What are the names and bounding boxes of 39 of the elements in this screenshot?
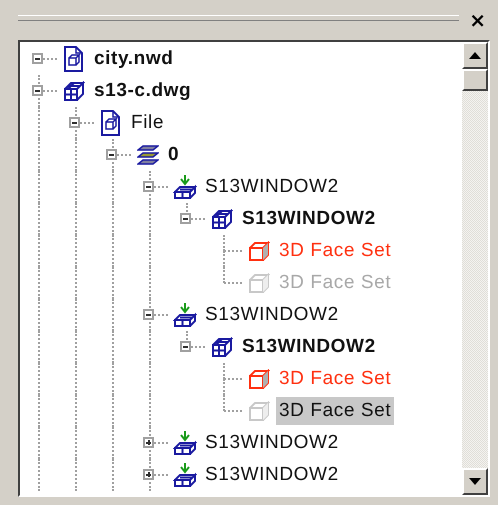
tree-item[interactable]: File (128, 109, 168, 137)
grid-cube-icon (211, 337, 233, 357)
expander-toggle[interactable] (180, 341, 191, 352)
tree-item[interactable]: 3D Face Set (276, 237, 394, 265)
expander-toggle[interactable] (143, 469, 154, 480)
tree-item[interactable]: S13WINDOW2 (202, 461, 342, 489)
grid-cube-icon (211, 209, 233, 229)
down-arrow-icon (469, 478, 481, 485)
tree-item[interactable]: S13WINDOW2 (239, 333, 379, 361)
expander-toggle[interactable] (32, 53, 43, 64)
tree-item[interactable]: city.nwd (91, 45, 176, 73)
tree-item[interactable]: 3D Face Set (276, 397, 394, 425)
tree-item[interactable]: S13WINDOW2 (202, 301, 342, 329)
block-arrow-icon (173, 430, 197, 456)
expander-toggle[interactable] (180, 213, 191, 224)
scroll-down-button[interactable] (462, 468, 488, 495)
expander-toggle[interactable] (143, 309, 154, 320)
tree-item[interactable]: S13WINDOW2 (202, 429, 342, 457)
close-button[interactable]: × (465, 10, 490, 30)
tree-item[interactable]: 0 (165, 141, 182, 169)
document-cube-icon (101, 110, 121, 136)
expander-toggle[interactable] (143, 181, 154, 192)
expander-toggle[interactable] (69, 117, 80, 128)
layers-icon (137, 144, 159, 166)
expander-toggle[interactable] (143, 437, 154, 448)
block-arrow-icon (173, 462, 197, 488)
expander-toggle[interactable] (106, 149, 117, 160)
tree-item[interactable]: s13-c.dwg (91, 77, 194, 105)
grid-cube-icon (63, 81, 85, 101)
tree-item[interactable]: S13WINDOW2 (239, 205, 379, 233)
scroll-thumb[interactable] (462, 69, 488, 91)
document-cube-icon (64, 46, 84, 72)
expander-toggle[interactable] (32, 85, 43, 96)
scroll-up-button[interactable] (462, 42, 488, 69)
block-arrow-icon (173, 302, 197, 328)
tree-item[interactable]: S13WINDOW2 (202, 173, 342, 201)
up-arrow-icon (469, 52, 481, 59)
tree-item[interactable]: 3D Face Set (276, 365, 394, 393)
block-arrow-icon (173, 174, 197, 200)
